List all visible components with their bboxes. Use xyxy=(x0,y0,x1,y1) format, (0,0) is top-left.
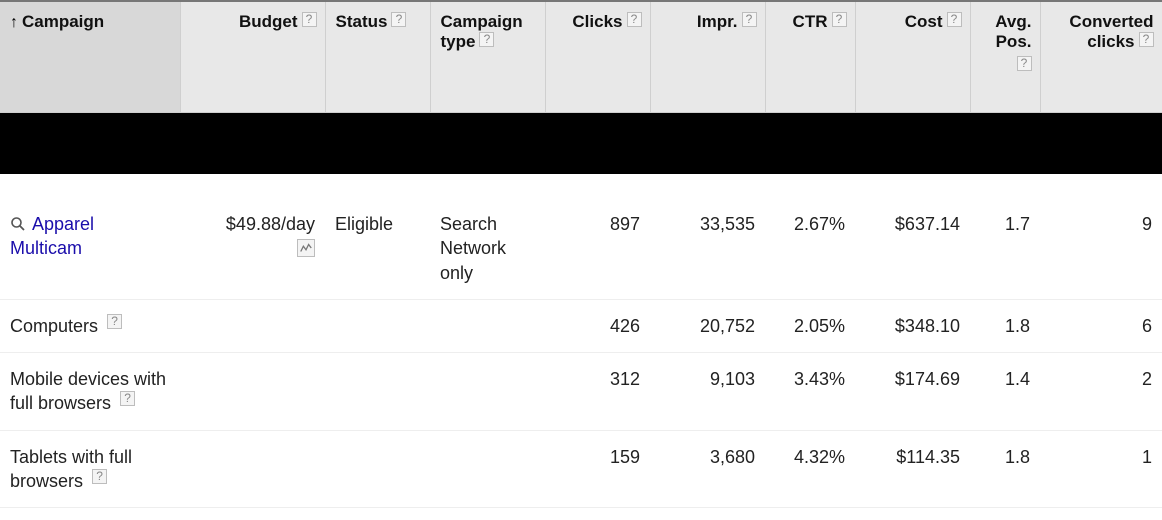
campaigns-table: ↑Campaign Budget? Status? Campaign type?… xyxy=(0,2,1162,508)
cell-budget xyxy=(180,430,325,508)
header-label: CTR xyxy=(793,12,828,31)
help-icon[interactable]: ? xyxy=(92,469,107,484)
header-label: Avg. Pos. xyxy=(995,12,1031,51)
table-row: Computers ? 42620,7522.05%$348.101.86 xyxy=(0,299,1162,352)
cell-ctr: 4.32% xyxy=(765,430,855,508)
cell-ctr: 2.05% xyxy=(765,299,855,352)
cell-status xyxy=(325,299,430,352)
sort-asc-icon: ↑ xyxy=(10,14,18,32)
cell-status xyxy=(325,353,430,431)
cell-clicks: 159 xyxy=(545,430,650,508)
header-row: ↑Campaign Budget? Status? Campaign type?… xyxy=(0,2,1162,112)
summary-row-redacted xyxy=(0,112,1162,174)
help-icon[interactable]: ? xyxy=(1017,56,1032,71)
cell-impr: 9,103 xyxy=(650,353,765,431)
help-icon[interactable]: ? xyxy=(107,314,122,329)
help-icon[interactable]: ? xyxy=(947,12,962,27)
col-header-status[interactable]: Status? xyxy=(325,2,430,112)
cell-cost: $174.69 xyxy=(855,353,970,431)
spacer-row xyxy=(0,174,1162,198)
col-header-cost[interactable]: Cost? xyxy=(855,2,970,112)
help-icon[interactable]: ? xyxy=(302,12,317,27)
cell-type: Search Network only xyxy=(430,198,545,299)
col-header-clicks[interactable]: Clicks? xyxy=(545,2,650,112)
cell-converted: 6 xyxy=(1040,299,1162,352)
cell-ctr: 2.67% xyxy=(765,198,855,299)
cell-budget xyxy=(180,299,325,352)
cell-clicks: 426 xyxy=(545,299,650,352)
cell-ctr: 3.43% xyxy=(765,353,855,431)
header-label: Campaign xyxy=(22,12,104,31)
magnifier-icon[interactable] xyxy=(10,214,26,230)
col-header-budget[interactable]: Budget? xyxy=(180,2,325,112)
cell-campaign: Mobile devices with full browsers ? xyxy=(0,353,180,431)
cell-campaign: Apparel Multicam xyxy=(0,198,180,299)
cell-pos: 1.8 xyxy=(970,430,1040,508)
help-icon[interactable]: ? xyxy=(627,12,642,27)
segment-label: Mobile devices with full browsers xyxy=(10,369,166,413)
header-label: Budget xyxy=(239,12,298,31)
cell-type xyxy=(430,430,545,508)
col-header-campaign[interactable]: ↑Campaign xyxy=(0,2,180,112)
help-icon[interactable]: ? xyxy=(391,12,406,27)
cell-converted: 1 xyxy=(1040,430,1162,508)
edit-budget-icon[interactable] xyxy=(297,239,315,257)
help-icon[interactable]: ? xyxy=(742,12,757,27)
header-label: Impr. xyxy=(697,12,738,31)
cell-pos: 1.7 xyxy=(970,198,1040,299)
col-header-ctr[interactable]: CTR? xyxy=(765,2,855,112)
cell-impr: 20,752 xyxy=(650,299,765,352)
col-header-type[interactable]: Campaign type? xyxy=(430,2,545,112)
cell-type xyxy=(430,299,545,352)
help-icon[interactable]: ? xyxy=(1139,32,1154,47)
cell-impr: 3,680 xyxy=(650,430,765,508)
table-row: Apparel Multicam $49.88/day EligibleSearch… xyxy=(0,198,1162,299)
col-header-pos[interactable]: Avg. Pos. ? xyxy=(970,2,1040,112)
cell-clicks: 312 xyxy=(545,353,650,431)
help-icon[interactable]: ? xyxy=(120,391,135,406)
header-label: Clicks xyxy=(572,12,622,31)
segment-label: Tablets with full browsers xyxy=(10,447,132,491)
budget-value: $49.88/day xyxy=(226,214,315,234)
cell-campaign: Computers ? xyxy=(0,299,180,352)
cell-clicks: 897 xyxy=(545,198,650,299)
cell-cost: $114.35 xyxy=(855,430,970,508)
cell-pos: 1.8 xyxy=(970,299,1040,352)
cell-type xyxy=(430,353,545,431)
cell-status xyxy=(325,430,430,508)
table-row: Tablets with full browsers ? 1593,6804.32… xyxy=(0,430,1162,508)
cell-converted: 9 xyxy=(1040,198,1162,299)
cell-campaign: Tablets with full browsers ? xyxy=(0,430,180,508)
cell-converted: 2 xyxy=(1040,353,1162,431)
col-header-impr[interactable]: Impr.? xyxy=(650,2,765,112)
cell-pos: 1.4 xyxy=(970,353,1040,431)
cell-cost: $637.14 xyxy=(855,198,970,299)
help-icon[interactable]: ? xyxy=(479,32,494,47)
header-label: Status xyxy=(336,12,388,31)
cell-impr: 33,535 xyxy=(650,198,765,299)
col-header-converted[interactable]: Converted clicks? xyxy=(1040,2,1162,112)
cell-budget: $49.88/day xyxy=(180,198,325,299)
table-row: Mobile devices with full browsers ? 3129,… xyxy=(0,353,1162,431)
cell-budget xyxy=(180,353,325,431)
help-icon[interactable]: ? xyxy=(832,12,847,27)
segment-label: Computers xyxy=(10,316,98,336)
cell-cost: $348.10 xyxy=(855,299,970,352)
header-label: Cost xyxy=(905,12,943,31)
cell-status: Eligible xyxy=(325,198,430,299)
